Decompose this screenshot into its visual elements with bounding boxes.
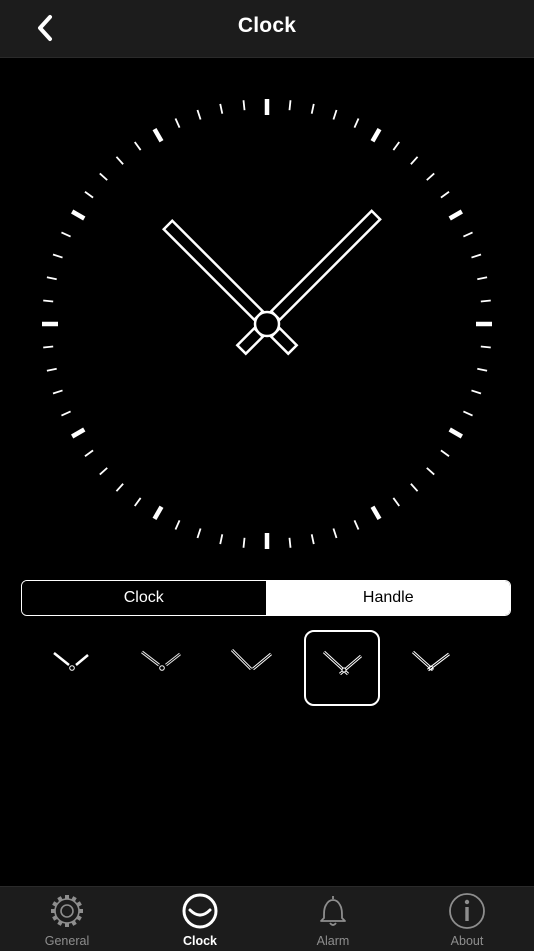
minute-tick: [43, 345, 54, 349]
analog-clock-preview: [0, 58, 534, 588]
minute-tick: [61, 231, 71, 238]
minute-tick: [477, 367, 488, 372]
hand-style-5-icon: [411, 650, 450, 672]
minute-tick: [52, 389, 63, 395]
minute-tick: [196, 528, 202, 539]
minute-tick: [242, 100, 246, 111]
hand-style-option-2[interactable]: [124, 630, 200, 706]
navigation-bar: Clock: [0, 0, 534, 58]
minute-tick: [440, 191, 450, 199]
hour-tick: [448, 427, 463, 439]
minute-tick: [174, 520, 181, 530]
minute-tick: [426, 172, 435, 181]
center-pivot: [253, 310, 281, 338]
tab-clock-label: Clock: [182, 934, 218, 948]
minute-tick: [463, 410, 473, 417]
minute-tick: [471, 253, 482, 259]
minute-tick: [288, 100, 292, 111]
minute-tick: [61, 410, 71, 417]
tab-alarm[interactable]: Alarm: [266, 887, 400, 951]
minute-tick: [134, 497, 142, 507]
bell-icon: [320, 896, 346, 926]
gear-icon: [51, 895, 83, 927]
minute-tick: [463, 231, 473, 238]
minute-tick: [219, 534, 224, 545]
hour-tick: [448, 209, 463, 221]
page-title: Clock: [237, 14, 297, 37]
minute-tick: [332, 109, 338, 120]
minute-tick: [99, 467, 108, 476]
hand-style-option-3[interactable]: [214, 630, 290, 706]
tab-about-label: About: [450, 934, 484, 948]
hand-style-picker: [0, 630, 534, 710]
minute-tick: [310, 534, 315, 545]
minute-tick: [134, 141, 142, 151]
hand-style-4-icon: [322, 650, 362, 676]
minute-tick: [84, 449, 94, 457]
hand-style-option-5[interactable]: [394, 630, 470, 706]
clock-handle-segmented-control: Clock Handle: [21, 580, 511, 616]
minute-tick: [392, 141, 400, 151]
minute-tick: [46, 367, 57, 372]
minute-tick: [410, 483, 419, 492]
hour-tick: [152, 128, 164, 143]
minute-tick: [115, 156, 124, 165]
minute-tick: [471, 389, 482, 395]
segment-clock[interactable]: Clock: [22, 581, 267, 615]
hour-hand: [161, 218, 299, 356]
hand-style-2-icon: [141, 650, 181, 671]
hand-style-option-1[interactable]: [34, 630, 110, 706]
minute-tick: [392, 497, 400, 507]
tab-about[interactable]: About: [400, 887, 534, 951]
minute-tick: [477, 276, 488, 281]
tab-general[interactable]: General: [0, 887, 134, 951]
minute-tick: [332, 528, 338, 539]
info-icon: [449, 893, 485, 929]
minute-tick: [196, 109, 202, 120]
hour-tick: [152, 505, 164, 520]
minute-tick: [440, 449, 450, 457]
hand-style-1-icon: [53, 652, 89, 671]
hour-tick: [71, 427, 86, 439]
hour-tick: [370, 128, 382, 143]
minute-tick: [410, 156, 419, 165]
minute-tick: [174, 118, 181, 128]
minute-tick: [480, 345, 491, 349]
minute-tick: [426, 467, 435, 476]
minute-tick: [52, 253, 63, 259]
minute-tick: [99, 172, 108, 181]
tab-general-label: General: [44, 934, 90, 948]
minute-tick: [46, 276, 57, 281]
minute-tick: [310, 103, 315, 114]
hour-tick: [370, 505, 382, 520]
clock-hands: [161, 209, 382, 356]
minute-tick: [115, 483, 124, 492]
minute-tick: [288, 537, 292, 548]
tab-bar: General Clock Alarm About: [0, 886, 534, 951]
hour-tick: [71, 209, 86, 221]
segment-handle[interactable]: Handle: [266, 581, 510, 615]
minute-tick: [353, 520, 360, 530]
minute-tick: [242, 537, 246, 548]
minute-tick: [353, 118, 360, 128]
hand-style-option-4[interactable]: [304, 630, 380, 706]
minute-tick: [219, 103, 224, 114]
minute-tick: [43, 299, 54, 303]
tab-alarm-label: Alarm: [316, 934, 350, 948]
minute-tick: [84, 191, 94, 199]
minute-tick: [480, 299, 491, 303]
hand-style-3-icon: [230, 648, 272, 671]
clock-icon: [182, 893, 218, 929]
tab-clock[interactable]: Clock: [133, 887, 267, 951]
